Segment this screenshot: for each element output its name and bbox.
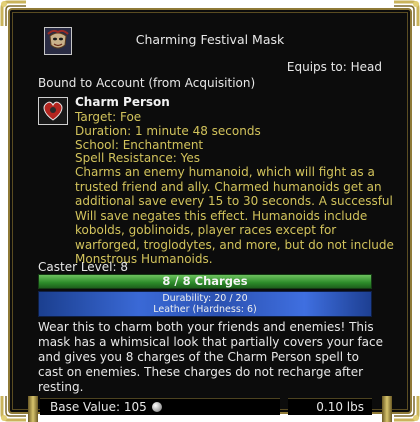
equip-slot-text: Equips to: Head xyxy=(286,60,382,74)
item-description: Wear this to charm both your friends and… xyxy=(38,320,384,394)
weight-panel: 0.10 lbs xyxy=(288,398,372,415)
material-label: Leather (Hardness: 6) xyxy=(153,304,257,315)
charges-label: 8 / 8 Charges xyxy=(162,274,248,288)
spell-description: Charms an enemy humanoid, which will fig… xyxy=(75,165,394,266)
silver-coin-icon xyxy=(152,402,162,412)
corner-ornament-icon xyxy=(0,0,26,26)
binding-text: Bound to Account (from Acquisition) xyxy=(38,76,256,90)
spell-school: School: Enchantment xyxy=(75,138,204,152)
charm-heart-icon xyxy=(38,97,68,125)
caster-level: Caster Level: 8 xyxy=(38,260,128,274)
corner-ornament-icon xyxy=(394,396,420,422)
frame-post-ornament xyxy=(382,396,392,422)
item-weight: 0.10 lbs xyxy=(316,400,364,414)
spell-name: Charm Person xyxy=(75,95,170,109)
durability-label: Durability: 20 / 20 xyxy=(162,293,248,304)
spell-duration: Duration: 1 minute 48 seconds xyxy=(75,124,261,138)
spell-resistance: Spell Resistance: Yes xyxy=(75,151,200,165)
corner-ornament-icon xyxy=(0,396,26,422)
frame-post-ornament xyxy=(28,396,38,422)
corner-ornament-icon xyxy=(394,0,420,26)
item-title: Charming Festival Mask xyxy=(135,32,285,47)
spell-target: Target: Foe xyxy=(75,110,142,124)
base-value: Base Value: 105 xyxy=(50,400,147,414)
base-value-panel: Base Value: 105 xyxy=(40,398,280,415)
durability-bar: Durability: 20 / 20 Leather (Hardness: 6… xyxy=(38,291,372,317)
charges-bar: 8 / 8 Charges xyxy=(38,274,372,289)
